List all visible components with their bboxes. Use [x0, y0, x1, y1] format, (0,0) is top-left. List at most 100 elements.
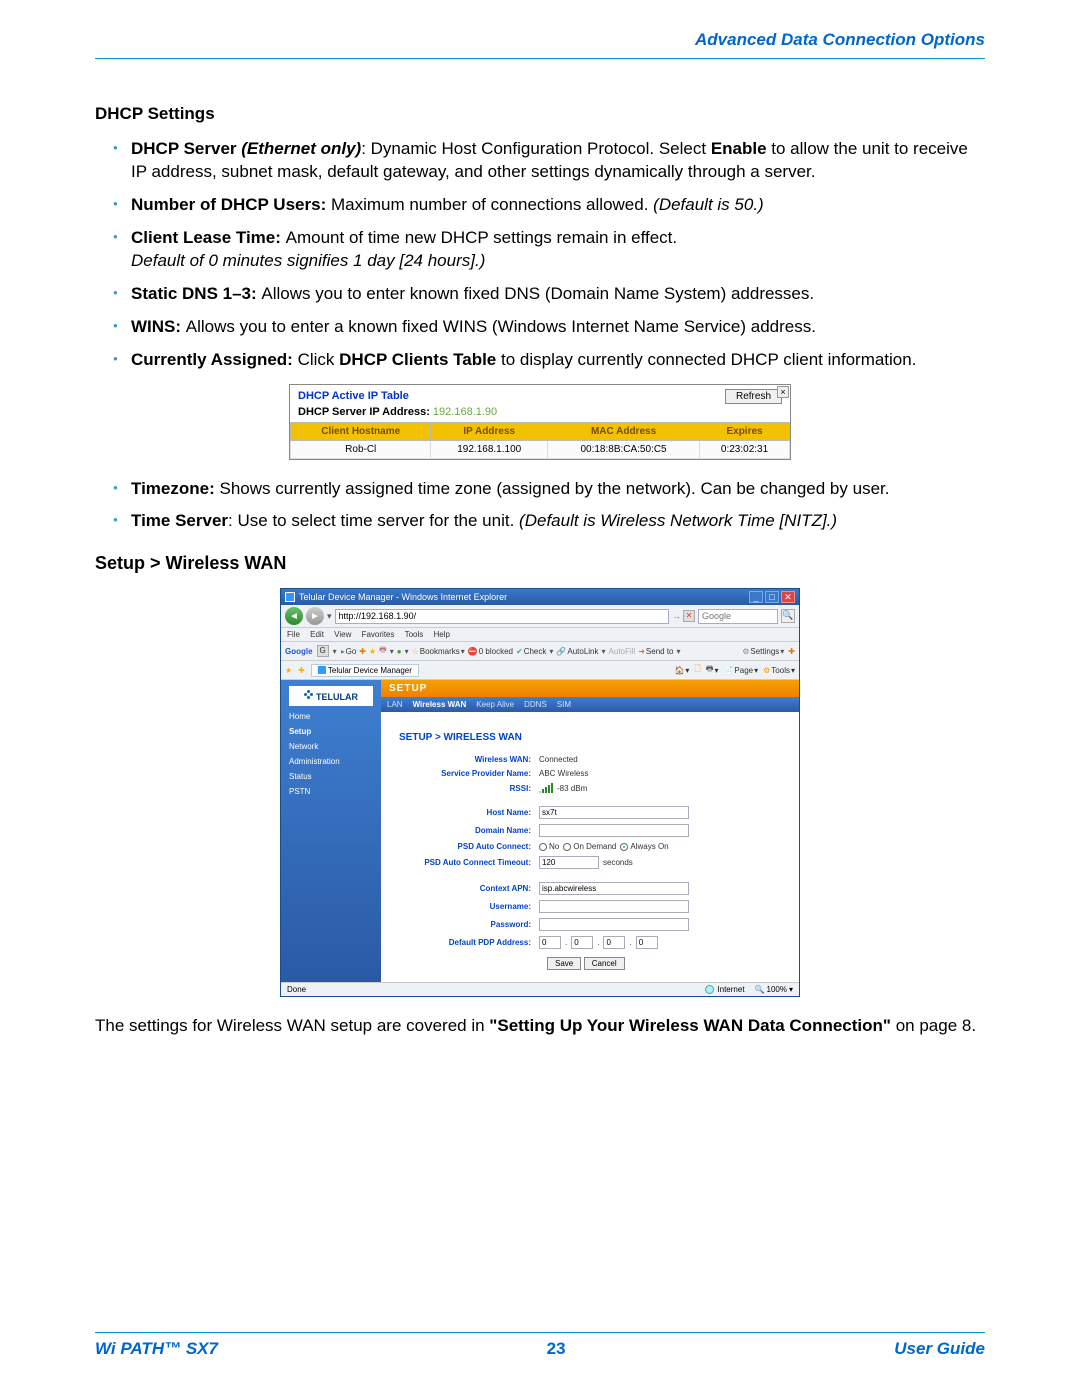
radio-no[interactable]: No [539, 842, 559, 851]
label: Default PDP Address: [399, 938, 539, 947]
close-icon[interactable]: ✕ [781, 591, 795, 603]
text: Amount of time new DHCP settings remain … [286, 228, 678, 247]
toolbar-settings[interactable]: ⚙Settings▾ [742, 647, 784, 656]
pdp-octet-4[interactable] [636, 936, 658, 949]
label: Context APN: [399, 884, 539, 893]
apn-input[interactable] [539, 882, 689, 895]
text: on page 8. [891, 1016, 976, 1035]
menu-tools[interactable]: Tools [405, 630, 424, 639]
menu-favorites[interactable]: Favorites [362, 630, 395, 639]
label: Domain Name: [399, 826, 539, 835]
menu-help[interactable]: Help [434, 630, 450, 639]
status-bar: Done Internet 🔍100% ▾ [281, 982, 799, 996]
app-sidebar: TELULAR Home Setup Network Administratio… [281, 680, 381, 982]
subsection-title: Setup > Wireless WAN [95, 553, 985, 574]
item-label: DHCP Server [131, 139, 241, 158]
sidebar-item-setup[interactable]: Setup [289, 727, 373, 736]
radio-on-demand[interactable]: On Demand [563, 842, 616, 851]
list-item: Static DNS 1–3: Allows you to enter know… [113, 283, 985, 306]
domain-name-input[interactable] [539, 824, 689, 837]
section-title-dhcp: DHCP Settings [95, 104, 985, 124]
sidebar-item-status[interactable]: Status [289, 772, 373, 781]
zoom-control[interactable]: 🔍100% ▾ [755, 985, 793, 994]
tab-keep-alive[interactable]: Keep Alive [476, 700, 514, 709]
list-item: Currently Assigned: Click DHCP Clients T… [113, 349, 985, 372]
list-item: DHCP Server (Ethernet only): Dynamic Hos… [113, 138, 985, 184]
tab-lan[interactable]: LAN [387, 700, 403, 709]
header-rule [95, 58, 985, 59]
go-icon[interactable]: → [672, 611, 681, 621]
toolbar-go[interactable]: ▸Go [341, 647, 357, 656]
dropdown-icon[interactable]: ▾ [327, 611, 332, 622]
toolbar-sendto[interactable]: ➜Send to [638, 647, 673, 656]
row-username: Username: [399, 900, 781, 913]
radio-always-on[interactable]: Always On [620, 842, 668, 851]
browser-tab[interactable]: Telular Device Manager [311, 664, 419, 677]
save-button[interactable]: Save [547, 957, 581, 970]
feeds-icon[interactable]: 🗋 [694, 663, 700, 677]
toolbar-icon[interactable]: ✚ [788, 647, 795, 656]
google-search-icon[interactable]: G [317, 645, 329, 657]
toolbar-icon[interactable]: ✚ [359, 647, 366, 656]
cancel-button[interactable]: Cancel [584, 957, 625, 970]
toolbar-autofill[interactable]: AutoFill [609, 647, 636, 656]
text: Dynamic Host Configuration Protocol. Sel… [371, 139, 711, 158]
toolbar-icon[interactable]: 🖶 [379, 644, 387, 658]
page-menu[interactable]: 📄Page▾ [723, 663, 758, 677]
toolbar-check[interactable]: ✔Check [516, 647, 546, 656]
host-name-input[interactable] [539, 806, 689, 819]
username-input[interactable] [539, 900, 689, 913]
stop-icon[interactable]: ✕ [683, 610, 695, 622]
text: to display currently connected DHCP clie… [496, 350, 916, 369]
google-logo: Google [285, 647, 313, 656]
row-service-provider: Service Provider Name: ABC Wireless [399, 769, 781, 778]
value: ABC Wireless [539, 769, 588, 778]
tab-ddns[interactable]: DDNS [524, 700, 547, 709]
dropdown-icon[interactable]: ▾ [333, 647, 337, 656]
browser-search-input[interactable] [698, 609, 778, 624]
back-icon[interactable]: ◄ [285, 607, 303, 625]
security-zone: Internet [705, 985, 744, 994]
reference: "Setting Up Your Wireless WAN Data Conne… [489, 1016, 891, 1035]
sidebar-item-pstn[interactable]: PSTN [289, 787, 373, 796]
dhcp-table-title: DHCP Active IP Table [298, 390, 725, 402]
url-input[interactable] [335, 609, 669, 624]
password-input[interactable] [539, 918, 689, 931]
print-icon[interactable]: 🖶▾ [706, 663, 719, 677]
minimize-icon[interactable]: _ [749, 591, 763, 603]
cell-expires: 0:23:02:31 [700, 440, 790, 458]
pdp-octet-2[interactable] [571, 936, 593, 949]
add-favorite-icon[interactable]: ✚ [298, 666, 305, 675]
sidebar-item-network[interactable]: Network [289, 742, 373, 751]
pdp-octet-3[interactable] [603, 936, 625, 949]
search-icon[interactable]: 🔍 [781, 609, 795, 623]
dhcp-table-figure: × DHCP Active IP Table Refresh DHCP Serv… [289, 384, 791, 460]
toolbar-icon[interactable]: ★ [369, 647, 376, 656]
panel-title: SETUP > WIRELESS WAN [399, 732, 781, 743]
close-icon[interactable]: × [777, 386, 789, 398]
tools-menu[interactable]: ⚙Tools▾ [763, 663, 795, 677]
toolbar-icon[interactable]: ● [397, 647, 402, 656]
sidebar-item-home[interactable]: Home [289, 712, 373, 721]
favorites-star-icon[interactable]: ★ [285, 666, 292, 675]
refresh-button[interactable]: Refresh [725, 389, 782, 404]
sidebar-item-administration[interactable]: Administration [289, 757, 373, 766]
home-icon[interactable]: 🏠▾ [674, 663, 689, 677]
pdp-octet-1[interactable] [539, 936, 561, 949]
maximize-icon[interactable]: □ [765, 591, 779, 603]
list-item: Timezone: Shows currently assigned time … [113, 478, 985, 501]
timeout-input[interactable] [539, 856, 599, 869]
menu-view[interactable]: View [334, 630, 351, 639]
toolbar-blocked[interactable]: ⛔0 blocked [468, 647, 513, 656]
tab-favicon [318, 666, 326, 674]
menu-edit[interactable]: Edit [310, 630, 324, 639]
tab-sim[interactable]: SIM [557, 700, 571, 709]
toolbar-bookmarks[interactable]: ☆Bookmarks▾ [412, 647, 465, 656]
tab-wireless-wan[interactable]: Wireless WAN [413, 700, 467, 709]
menu-file[interactable]: File [287, 630, 300, 639]
forward-icon[interactable]: ► [306, 607, 324, 625]
text: The settings for Wireless WAN setup are … [95, 1016, 489, 1035]
label: Wireless WAN: [399, 755, 539, 764]
item-keyword: Enable [711, 139, 767, 158]
toolbar-autolink[interactable]: 🔗AutoLink [556, 647, 598, 656]
